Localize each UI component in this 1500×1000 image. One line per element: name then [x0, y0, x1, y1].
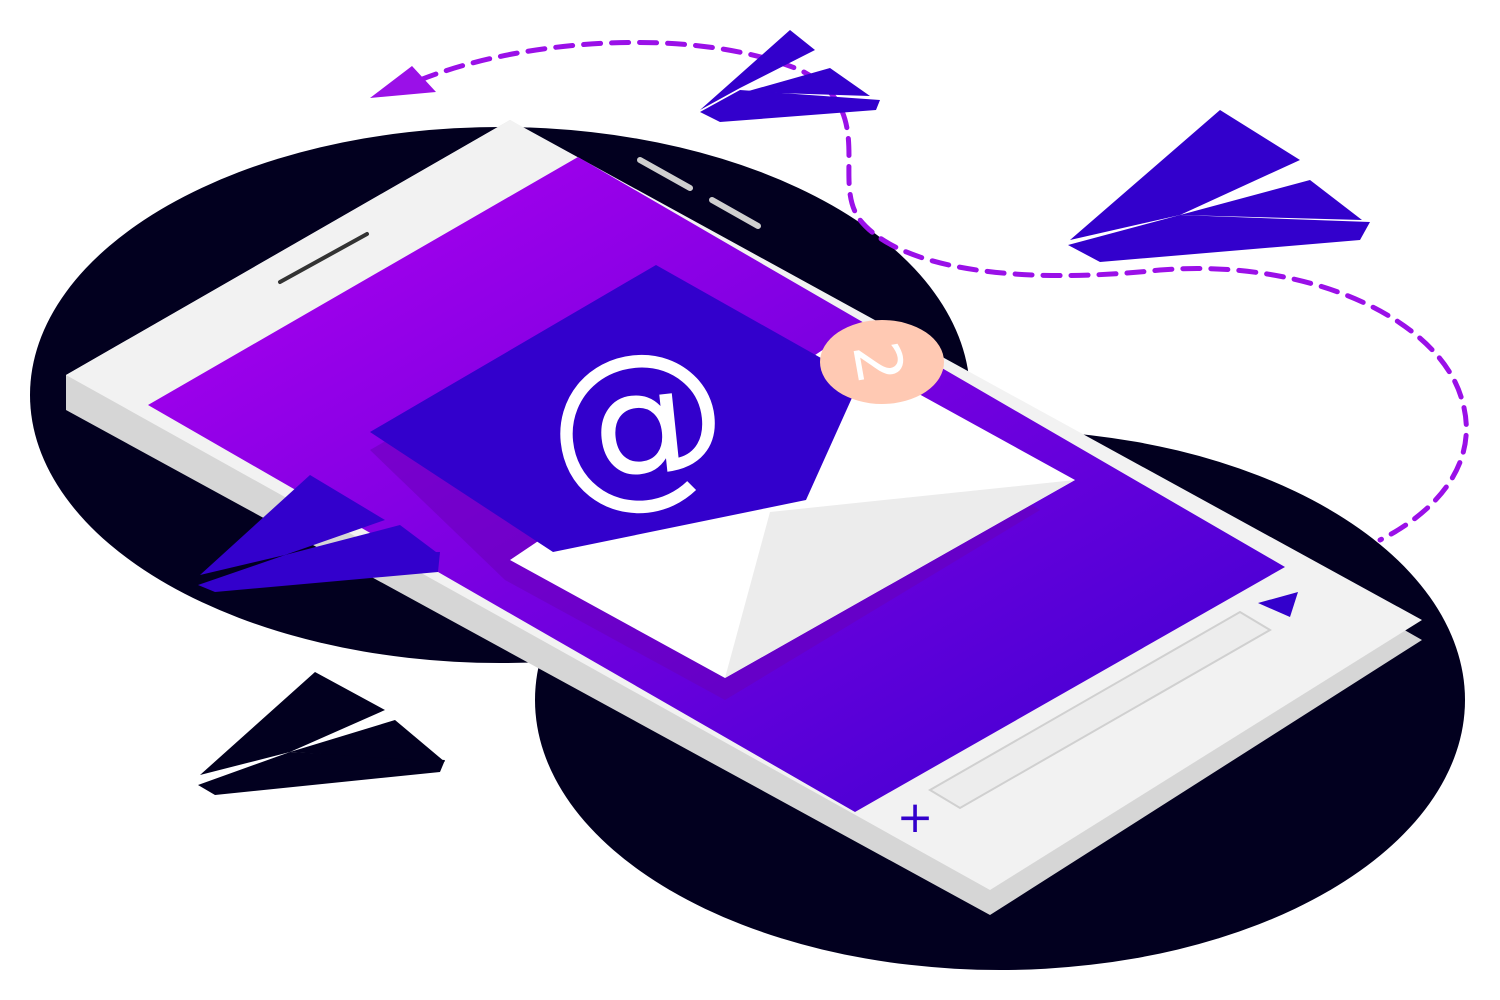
paper-plane-bottom [198, 672, 445, 795]
plus-icon[interactable]: + [897, 792, 934, 843]
notification-badge: 2 [820, 320, 944, 404]
paper-plane-top [700, 30, 880, 122]
paper-plane-right [1068, 110, 1370, 262]
at-sign-icon: @ [537, 307, 738, 534]
email-illustration: @ 2 + [30, 30, 1469, 970]
flight-path-arrowhead [370, 66, 436, 98]
